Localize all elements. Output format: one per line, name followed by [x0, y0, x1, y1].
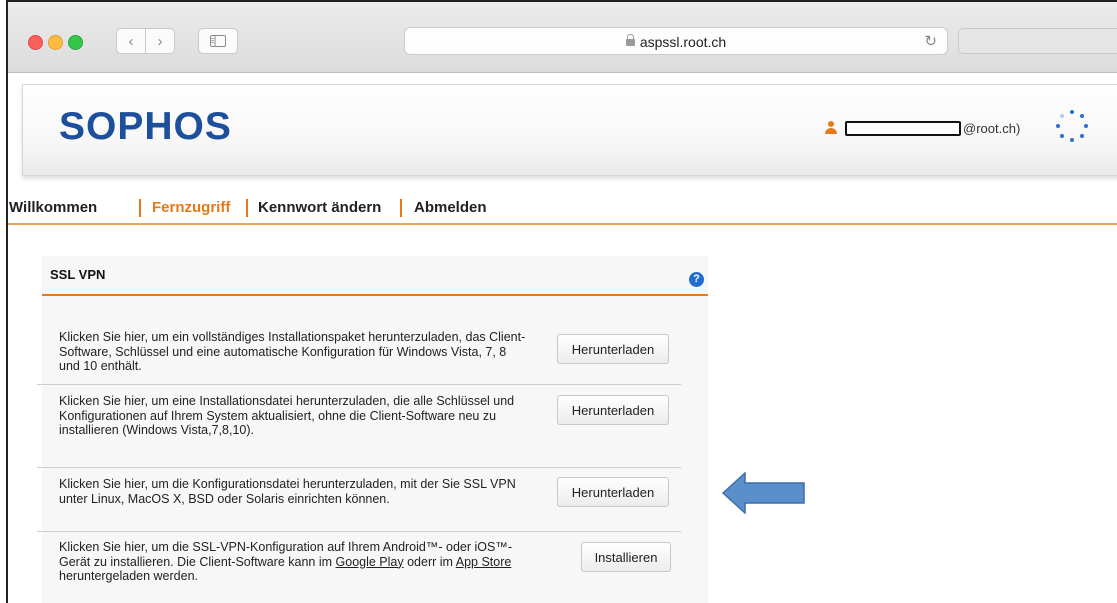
nav-item-willkommen[interactable]: Willkommen: [9, 199, 97, 216]
toolbar-right-area: [958, 28, 1117, 54]
nav-separator: [400, 199, 402, 217]
nav-item-abmelden[interactable]: Abmelden: [414, 199, 487, 216]
download-row-update: Klicken Sie hier, um eine Installationsd…: [37, 385, 681, 468]
close-window-button[interactable]: [28, 35, 43, 50]
url-text: aspssl.root.ch: [639, 34, 727, 50]
row-description: Klicken Sie hier, um ein vollständiges I…: [59, 330, 526, 373]
redacted-username: [845, 121, 961, 136]
help-icon[interactable]: ?: [689, 272, 704, 287]
lock-icon: [625, 33, 635, 46]
browser-toolbar: ‹ › aspssl.root.ch ↻: [8, 2, 1117, 73]
install-mobile-button[interactable]: Installieren: [581, 542, 671, 572]
nav-separator: [139, 199, 141, 217]
download-row-config: Klicken Sie hier, um die Konfigurationsd…: [37, 468, 681, 532]
loading-spinner-icon: [1055, 109, 1089, 143]
chevron-left-icon: ‹: [128, 32, 134, 50]
username-suffix: @root.ch): [963, 121, 1021, 136]
google-play-link[interactable]: Google Play: [336, 555, 404, 569]
user-icon: [825, 121, 837, 135]
site-header: SOPHOS @root.ch): [22, 84, 1117, 176]
minimize-window-button[interactable]: [48, 35, 63, 50]
sophos-logo: SOPHOS: [59, 105, 232, 148]
nav-separator: [246, 199, 248, 217]
app-store-link[interactable]: App Store: [456, 555, 512, 569]
sidebar-toggle-button[interactable]: [198, 28, 238, 54]
download-update-button[interactable]: Herunterladen: [557, 395, 669, 425]
sidebar-icon: [210, 35, 226, 47]
panel-title: SSL VPN: [50, 267, 106, 282]
row-description: Klicken Sie hier, um die Konfigurationsd…: [59, 477, 516, 506]
download-config-button[interactable]: Herunterladen: [557, 477, 669, 507]
panel-header: SSL VPN ?: [42, 256, 708, 296]
install-row-mobile: Klicken Sie hier, um die SSL-VPN-Konfigu…: [37, 532, 681, 603]
reload-icon[interactable]: ↻: [924, 32, 937, 50]
download-full-package-button[interactable]: Herunterladen: [557, 334, 669, 364]
chevron-right-icon: ›: [157, 32, 163, 50]
forward-button[interactable]: ›: [145, 28, 175, 54]
zoom-window-button[interactable]: [68, 35, 83, 50]
download-row-full-package: Klicken Sie hier, um ein vollständiges I…: [37, 322, 681, 385]
annotation-arrow-icon: [722, 472, 805, 514]
browser-window: ‹ › aspssl.root.ch ↻ SOPHOS @root.ch) Wi…: [6, 0, 1117, 603]
nav-item-fernzugriff[interactable]: Fernzugriff: [152, 199, 230, 216]
row-description: Klicken Sie hier, um eine Installationsd…: [59, 394, 515, 437]
address-bar[interactable]: aspssl.root.ch ↻: [404, 27, 948, 55]
back-button[interactable]: ‹: [116, 28, 146, 54]
row-description: Klicken Sie hier, um die SSL-VPN-Konfigu…: [59, 540, 512, 583]
nav-item-kennwort-aendern[interactable]: Kennwort ändern: [258, 199, 381, 216]
main-navigation: Willkommen Fernzugriff Kennwort ändern A…: [8, 193, 1117, 225]
